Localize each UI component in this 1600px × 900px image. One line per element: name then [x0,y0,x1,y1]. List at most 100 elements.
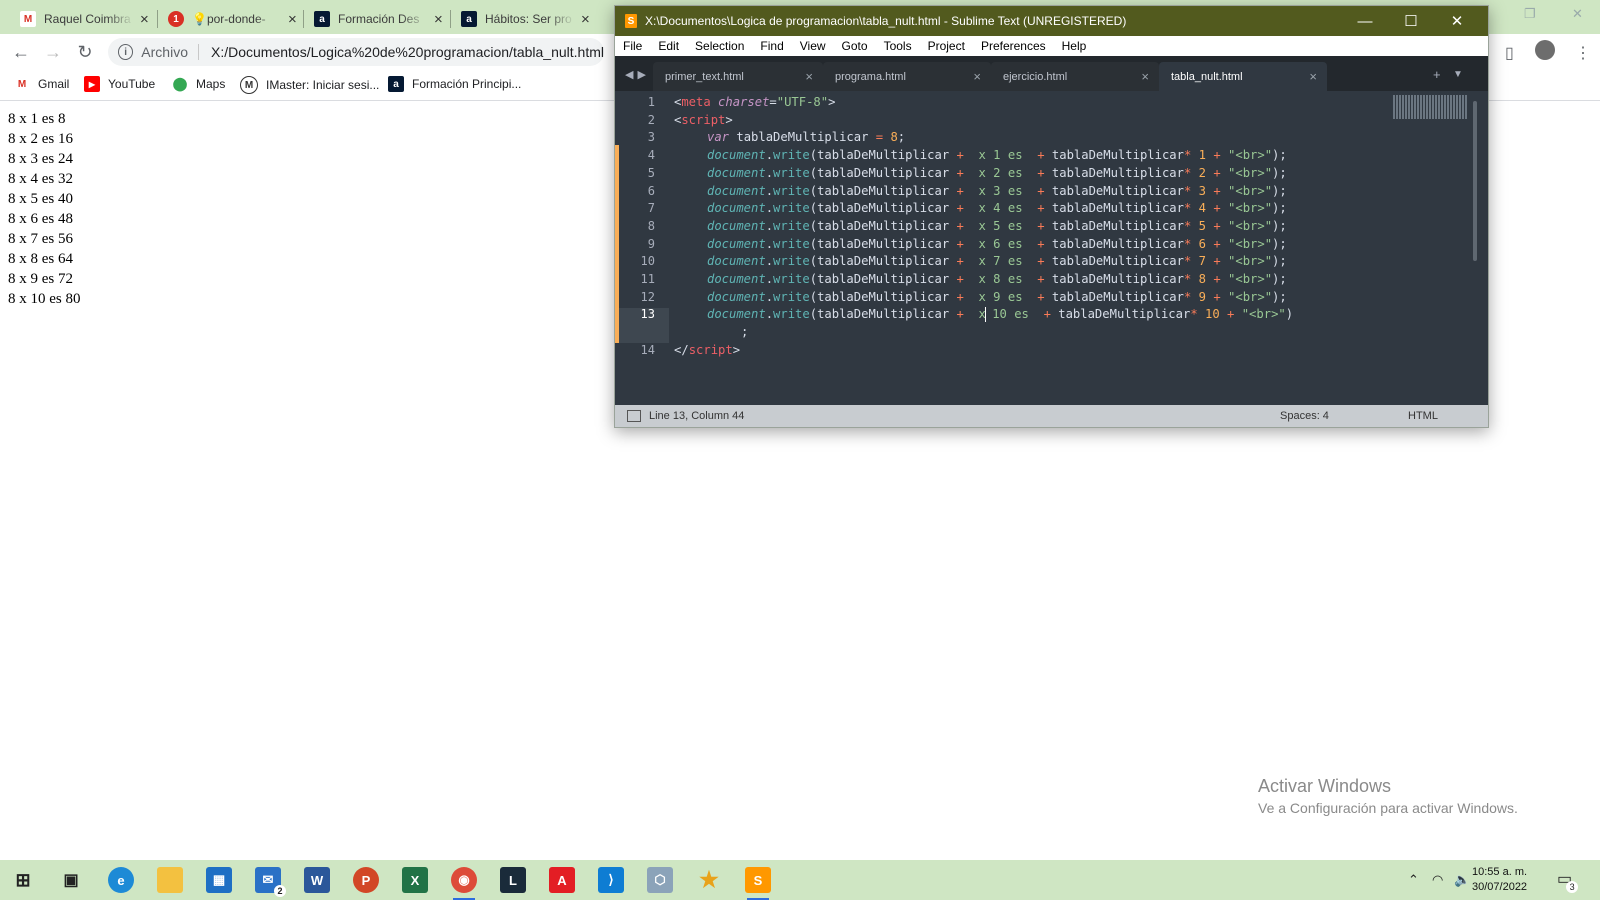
indentation-setting[interactable]: Spaces: 4 [1280,410,1329,422]
close-tab-icon[interactable]: × [140,11,149,28]
tab-primer-text[interactable]: primer_text.html × [653,62,823,91]
cube-app-icon[interactable]: ⬡ [647,867,673,893]
bookmark-gmail[interactable]: M Gmail [14,76,70,92]
info-icon[interactable]: i [118,44,134,60]
gmail-icon: M [20,11,36,27]
bookmark-youtube[interactable]: ▶ YouTube [84,76,155,92]
code-line-1: <meta charset="UTF-8"> [674,94,835,112]
close-tab-icon[interactable]: × [581,11,590,28]
menu-help[interactable]: Help [1062,39,1087,53]
line-number: 8 [647,218,655,233]
bookmark-formacion[interactable]: a Formación Principi... [388,76,521,92]
menu-tools[interactable]: Tools [884,39,912,53]
excel-icon[interactable]: X [402,867,428,893]
file-explorer-icon[interactable] [157,867,183,893]
menu-file[interactable]: File [623,39,642,53]
word-icon[interactable]: W [304,867,330,893]
code-editor[interactable]: <meta charset="UTF-8"> <script> var tabl… [674,91,1444,411]
side-panel-icon[interactable]: ▯ [1505,43,1514,63]
window-title: X:\Documentos\Logica de programacion\tab… [645,14,1127,28]
close-tab-icon[interactable]: × [1309,69,1317,84]
menu-dots-icon[interactable]: ⋮ [1575,43,1591,63]
forward-icon[interactable]: → [42,41,64,63]
operator: + [1206,289,1229,304]
menu-find[interactable]: Find [760,39,783,53]
star-app-icon[interactable]: ★ [696,867,722,893]
tab-programa[interactable]: programa.html × [823,62,991,91]
menu-project[interactable]: Project [928,39,965,53]
mail-icon[interactable]: ✉ 2 [255,867,286,897]
browser-tab-habitos[interactable]: a Hábitos: Ser pro × [461,4,590,34]
identifier: tablaDeMultiplicar [1058,307,1191,322]
operator: + [1206,201,1229,216]
code-line-6: document.write(tablaDeMultiplicar + x 3 … [707,183,1287,201]
task-view-icon[interactable]: ▣ [58,867,84,893]
sublime-titlebar[interactable]: S X:\Documentos\Logica de programacion\t… [615,6,1488,36]
sublime-tabbar: ◀▶ primer_text.html × programa.html × ej… [615,56,1488,91]
minimize-icon[interactable]: — [1342,6,1388,36]
start-windows-icon[interactable]: ⊞ [10,867,36,893]
league-icon[interactable]: L [500,867,526,893]
close-tab-icon[interactable]: × [805,69,813,84]
wifi-icon[interactable]: ◠ [1432,872,1443,888]
tab-scroll-arrows-icon[interactable]: ◀▶ [625,68,650,81]
address-url[interactable]: X:/Documentos/Logica%20de%20programacion… [211,44,604,60]
code-line-12: document.write(tablaDeMultiplicar + x 9 … [707,289,1287,307]
identifier: tablaDeMultiplicar [817,289,950,304]
punct: . [765,307,774,322]
menu-preferences[interactable]: Preferences [981,39,1046,53]
syntax-setting[interactable]: HTML [1408,410,1438,422]
tab-ejercicio[interactable]: ejercicio.html × [991,62,1159,91]
browser-tab-por-donde[interactable]: 1 💡por-donde- × [168,4,297,34]
minimap[interactable] [1393,95,1468,119]
acrobat-icon[interactable]: A [549,867,575,893]
maximize-icon[interactable]: ☐ [1388,6,1434,36]
bookmark-maps[interactable]: ⬤ Maps [172,76,226,92]
vscode-icon[interactable]: ⟩ [598,867,624,893]
chrome-icon[interactable]: ◉ [451,867,477,900]
menu-goto[interactable]: Goto [842,39,868,53]
identifier: tablaDeMultiplicar [1051,236,1184,251]
vertical-scrollbar[interactable] [1473,101,1477,261]
close-tab-icon[interactable]: × [1141,69,1149,84]
restore-icon[interactable]: ❐ [1524,6,1536,22]
code-line-11: document.write(tablaDeMultiplicar + x 8 … [707,271,1287,289]
store-icon[interactable]: ▦ [206,867,232,893]
cursor-position[interactable]: Line 13, Column 44 [649,410,744,422]
tab-tabla-nult[interactable]: tabla_nult.html × [1159,62,1327,91]
operator: + [949,148,972,163]
new-tab-icon[interactable]: + [1433,67,1441,82]
system-clock[interactable]: 10:55 a. m. 30/07/2022 [1472,865,1527,895]
sublime-text-icon[interactable]: S [745,867,771,900]
punct: . [765,236,774,251]
close-icon[interactable]: ✕ [1434,6,1480,36]
panel-toggle-icon[interactable] [627,410,641,422]
object: document [707,201,766,216]
close-tab-icon[interactable]: × [434,11,443,28]
avatar[interactable] [1535,40,1555,60]
browser-tab-gmail[interactable]: M Raquel Coimbra × [20,4,149,34]
address-bar[interactable]: i Archivo X:/Documentos/Logica%20de%20pr… [108,38,604,66]
operator: + [1206,148,1229,163]
youtube-icon: ▶ [84,76,100,92]
close-tab-icon[interactable]: × [288,11,297,28]
menu-edit[interactable]: Edit [658,39,679,53]
chevron-up-icon[interactable]: ⌃ [1408,872,1419,888]
reload-icon[interactable]: ↻ [74,41,96,63]
edge-icon[interactable]: e [108,867,134,893]
volume-icon[interactable]: 🔈 [1454,872,1470,888]
close-icon[interactable]: ✕ [1572,6,1583,22]
powerpoint-icon[interactable]: P [353,867,379,893]
close-tab-icon[interactable]: × [973,69,981,84]
sublime-statusbar: Line 13, Column 44 Spaces: 4 HTML [615,405,1488,427]
number: 8 [883,130,898,145]
tab-list-icon[interactable]: ▼ [1453,69,1463,80]
menu-selection[interactable]: Selection [695,39,744,53]
notifications-icon[interactable]: ▭ 3 [1557,869,1579,893]
function: write [773,148,810,163]
bookmark-imaster[interactable]: M IMaster: Iniciar sesi... [240,76,379,94]
browser-tab-formacion[interactable]: a Formación Des × [314,4,443,34]
operator: * [1183,218,1199,233]
back-icon[interactable]: ← [10,41,32,63]
menu-view[interactable]: View [800,39,826,53]
